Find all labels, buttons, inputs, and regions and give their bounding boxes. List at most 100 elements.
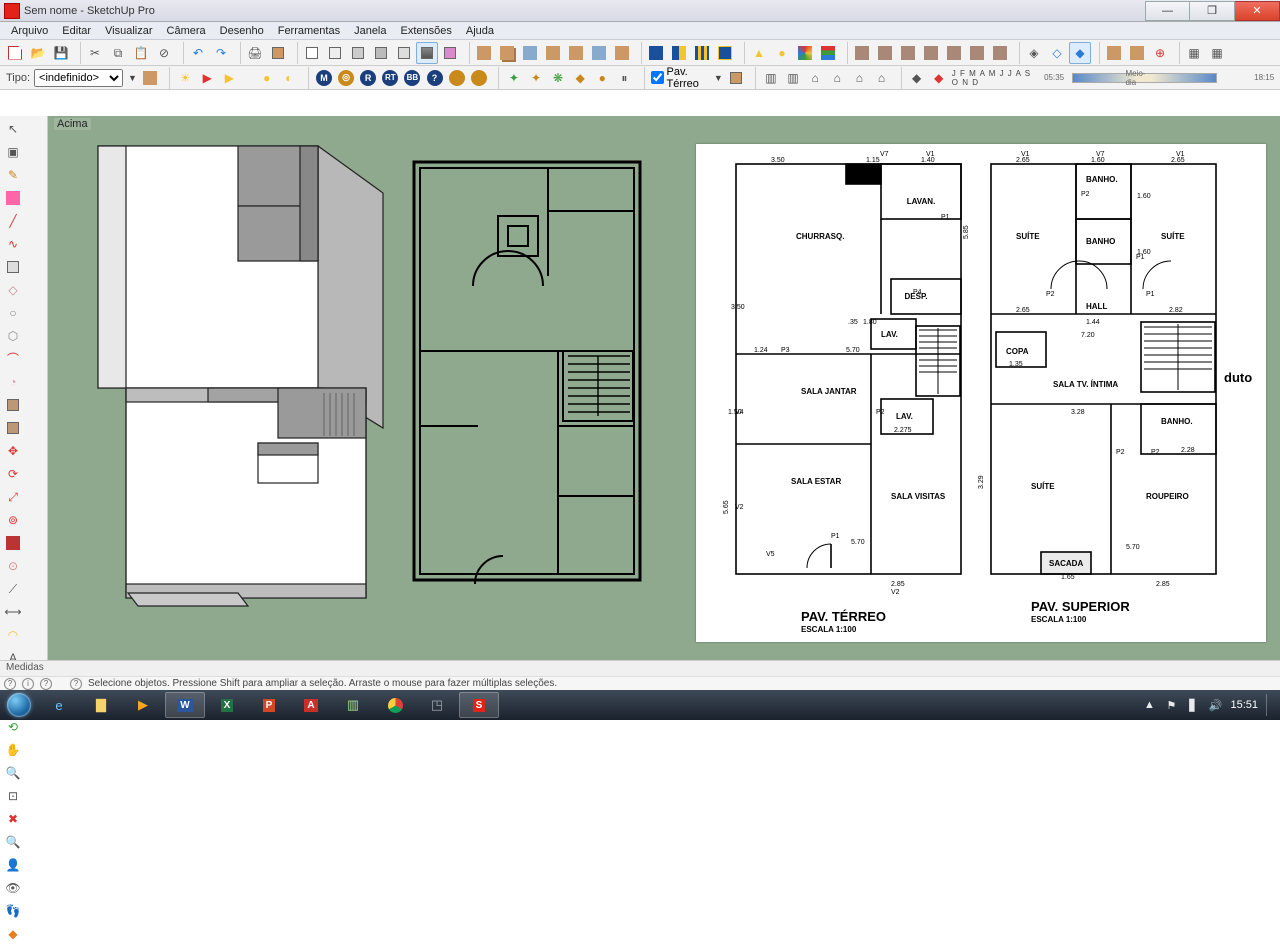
round-q-icon[interactable]: ? [425, 67, 443, 89]
render-b-icon[interactable]: ◆ [930, 67, 948, 89]
delete-icon[interactable]: ⊘ [153, 42, 175, 64]
help-4-icon[interactable]: ? [70, 678, 82, 690]
house-d-icon[interactable]: ⌂ [872, 67, 890, 89]
offset-icon[interactable]: ⊚ [2, 509, 24, 531]
rotate-icon[interactable]: ⟳ [2, 463, 24, 485]
start-button[interactable] [0, 690, 38, 720]
ext-b-icon[interactable]: ✦ [527, 67, 545, 89]
position-cam-icon[interactable]: 👤 [2, 854, 24, 876]
render-a-icon[interactable]: ◆ [908, 67, 926, 89]
rectangle-icon[interactable] [2, 256, 24, 278]
menu-extensoes[interactable]: Extensões [394, 24, 459, 38]
menu-arquivo[interactable]: Arquivo [4, 24, 55, 38]
round-rt-icon[interactable]: RT [381, 67, 399, 89]
type-opts-icon[interactable] [141, 67, 159, 89]
warehouse-icon[interactable] [1103, 42, 1125, 64]
scale-icon[interactable] [2, 532, 24, 554]
layer6-icon[interactable] [588, 42, 610, 64]
followme-icon[interactable] [2, 417, 24, 439]
scene-dropdown-icon[interactable]: ▼ [714, 73, 723, 83]
view-top-icon[interactable]: ◇ [1046, 42, 1068, 64]
house-b-icon[interactable]: ⌂ [828, 67, 846, 89]
circle-icon[interactable]: ○ [2, 302, 24, 324]
comp-c-icon[interactable] [897, 42, 919, 64]
sandbox2-icon[interactable]: ▦ [1206, 42, 1228, 64]
style-back-icon[interactable] [439, 42, 461, 64]
copy-icon[interactable]: ⧉ [107, 42, 129, 64]
paste-icon[interactable]: 📋 [130, 42, 152, 64]
sun-icon[interactable]: ▲ [748, 42, 770, 64]
style-xray-icon[interactable] [416, 42, 438, 64]
freehand-icon[interactable]: ∿ [2, 233, 24, 255]
house-c-icon[interactable]: ⌂ [850, 67, 868, 89]
dimension-icon[interactable]: ⟷ [2, 601, 24, 623]
tray-vol-icon[interactable]: 🔊 [1208, 698, 1222, 712]
layer2-icon[interactable] [496, 42, 518, 64]
layer7-icon[interactable] [611, 42, 633, 64]
panel-split-icon[interactable] [668, 42, 690, 64]
panel-grid-icon[interactable] [714, 42, 736, 64]
camera-a-icon[interactable]: ▥ [762, 67, 780, 89]
style-hidden-icon[interactable] [324, 42, 346, 64]
task-chrome-icon[interactable] [375, 692, 415, 718]
tray-flag-icon[interactable]: ⚑ [1164, 698, 1178, 712]
menu-editar[interactable]: Editar [55, 24, 98, 38]
shadow-c-icon[interactable]: ▶ [220, 67, 238, 89]
redo-icon[interactable]: ↷ [210, 42, 232, 64]
viewport[interactable]: Acima [48, 116, 1280, 690]
round-g-icon[interactable] [448, 67, 466, 89]
comp-e-icon[interactable] [943, 42, 965, 64]
scene-checkbox[interactable]: Pav. Térreo [651, 66, 709, 90]
zoom-icon[interactable]: 🔍 [2, 762, 24, 784]
save-icon[interactable]: 💾 [50, 42, 72, 64]
component-icon[interactable]: ▣ [2, 141, 24, 163]
type-dropdown-icon[interactable]: ▼ [128, 73, 137, 83]
task-ie-icon[interactable]: e [39, 692, 79, 718]
view-front-icon[interactable]: ◆ [1069, 42, 1091, 64]
ext-e-icon[interactable]: ● [593, 67, 611, 89]
comp-b-icon[interactable] [874, 42, 896, 64]
bulb-icon[interactable]: ● [771, 42, 793, 64]
comp-f-icon[interactable] [966, 42, 988, 64]
offset2-icon[interactable]: ⊙ [2, 555, 24, 577]
menu-desenho[interactable]: Desenho [213, 24, 271, 38]
close-button[interactable]: ✕ [1235, 1, 1280, 21]
pan-icon[interactable]: ✋ [2, 739, 24, 761]
sandbox-icon[interactable]: ▦ [1183, 42, 1205, 64]
tray-net-icon[interactable]: ▋ [1186, 698, 1200, 712]
round-g2-icon[interactable] [470, 67, 488, 89]
ext-a-icon[interactable]: ✦ [505, 67, 523, 89]
panel-blue-icon[interactable] [645, 42, 667, 64]
paint-icon[interactable]: ✎ [2, 164, 24, 186]
comp-d-icon[interactable] [920, 42, 942, 64]
pushpull-icon[interactable] [2, 394, 24, 416]
shadow-b-icon[interactable]: ▶ [198, 67, 216, 89]
task-utility-icon[interactable]: ◳ [417, 692, 457, 718]
warehouse2-icon[interactable] [1126, 42, 1148, 64]
tape-icon[interactable]: ⟋ [2, 578, 24, 600]
show-desktop[interactable] [1266, 694, 1274, 716]
scene-opts-icon[interactable] [727, 67, 745, 89]
menu-ferramentas[interactable]: Ferramentas [271, 24, 347, 38]
shadow-a-icon[interactable]: ☀ [176, 67, 194, 89]
shadow-e-icon[interactable]: ◐ [280, 67, 298, 89]
round-o-icon[interactable]: ◎ [337, 67, 355, 89]
menu-camera[interactable]: Câmera [160, 24, 213, 38]
menu-visualizar[interactable]: Visualizar [98, 24, 160, 38]
protractor-icon[interactable]: ◠ [2, 624, 24, 646]
maximize-button[interactable]: ❐ [1190, 1, 1235, 21]
move-icon[interactable]: ✥ [2, 440, 24, 462]
comp-a-icon[interactable] [851, 42, 873, 64]
model-info-icon[interactable] [267, 42, 289, 64]
extension-icon[interactable]: ⊕ [1149, 42, 1171, 64]
pie-icon[interactable]: ◔ [2, 371, 24, 393]
help-2-icon[interactable]: i [22, 678, 34, 690]
panel-stripe-icon[interactable] [691, 42, 713, 64]
style-shaded-icon[interactable] [347, 42, 369, 64]
task-excel-icon[interactable]: X [207, 692, 247, 718]
menu-ajuda[interactable]: Ajuda [459, 24, 501, 38]
walk-icon[interactable]: 👣 [2, 900, 24, 922]
zoom-window-icon[interactable]: ⊡ [2, 785, 24, 807]
tray-up-icon[interactable]: ▲ [1142, 698, 1156, 712]
layer5-icon[interactable] [565, 42, 587, 64]
